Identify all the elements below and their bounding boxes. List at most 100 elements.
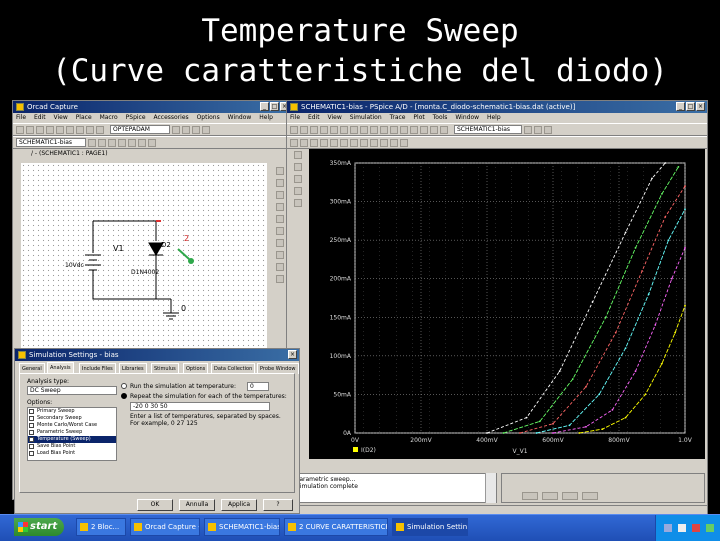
zoom-out-icon[interactable] [390,125,398,134]
select-icon[interactable] [276,167,284,175]
add-trace-icon[interactable] [290,138,298,147]
option-temperature-sweep[interactable]: Temperature (Sweep) [28,436,116,443]
taskbar-item[interactable]: 2 CURVE CARATTERISTICHE... [284,518,388,536]
cursor-slope-icon[interactable] [330,138,338,147]
bias-i-icon[interactable] [148,138,156,147]
menu-item[interactable]: Accessories [153,114,188,121]
menu-item[interactable]: Tools [433,114,448,121]
place-wire-icon[interactable] [276,191,284,199]
undo-icon[interactable] [360,125,368,134]
maximize-button[interactable]: □ [270,102,279,111]
view-output-file-icon[interactable] [294,199,302,207]
watch-tab-icon[interactable] [582,492,598,500]
new-icon[interactable] [290,125,298,134]
antivirus-icon[interactable] [692,524,700,532]
watch-tab-icon[interactable] [562,492,578,500]
profile-combo[interactable]: SCHEMATIC1-bias [16,138,86,147]
watch-tab-icon[interactable] [522,492,538,500]
zoom-all-icon[interactable] [202,125,210,134]
copy-icon[interactable] [66,125,74,134]
option-checkbox[interactable] [29,437,34,442]
maximize-button[interactable]: □ [686,102,695,111]
watch-window-icon[interactable] [294,175,302,183]
option-parametric-sweep[interactable]: Parametric Sweep [28,429,116,436]
output-scrollbar[interactable] [485,473,496,503]
start-button[interactable]: start [14,518,64,536]
zoom-area-icon[interactable] [410,125,418,134]
watch-tab-icon[interactable] [542,492,558,500]
paste-icon[interactable] [350,125,358,134]
stop-icon[interactable] [544,125,552,134]
source-value-label[interactable]: 10Vdc [65,262,84,269]
option-primary-sweep[interactable]: Primary Sweep [28,408,116,415]
place-power-icon[interactable] [276,239,284,247]
radio-multi-temp[interactable] [121,393,127,399]
place-ground-icon[interactable] [276,251,284,259]
place-part-icon[interactable] [276,179,284,187]
menu-item[interactable]: Options [197,114,220,121]
apply-button[interactable]: Applica [221,499,257,511]
run-icon[interactable] [88,138,96,147]
pause-icon[interactable] [534,125,542,134]
diode-ref-label[interactable]: D2 [161,241,171,249]
option-monte-carlo[interactable]: Monte Carlo/Worst Case [28,422,116,429]
zoom-previous-icon[interactable] [420,125,428,134]
plot-settings-icon[interactable] [390,138,398,147]
option-save-bias[interactable]: Save Bias Point [28,443,116,450]
clock-icon[interactable] [706,524,714,532]
page-tab[interactable]: / - (SCHEMATIC1 : PAGE1) [31,150,108,157]
menu-item[interactable]: PSpice [126,114,146,121]
option-checkbox[interactable] [29,444,34,449]
cut-icon[interactable] [330,125,338,134]
analysis-type-select[interactable]: DC Sweep [27,386,117,395]
menu-item[interactable]: Window [455,114,479,121]
current-marker-icon[interactable] [177,248,190,260]
power-marker-icon[interactable] [128,138,136,147]
view-results-icon[interactable] [98,138,106,147]
menu-item[interactable]: Edit [308,114,320,121]
place-bus-icon[interactable] [276,215,284,223]
capture-titlebar[interactable]: Orcad Capture _ □ × [13,101,291,113]
current-marker-icon[interactable] [118,138,126,147]
menu-item[interactable]: Help [487,114,501,121]
menu-item[interactable]: File [16,114,26,121]
close-button[interactable]: × [288,350,297,359]
single-temp-input[interactable]: 0 [247,382,269,391]
cursor-peak-icon[interactable] [310,138,318,147]
simulation-queue-icon[interactable] [294,187,302,195]
radio-single-temp[interactable] [121,383,127,389]
taskbar-item[interactable]: SCHEMATIC1-bias... [204,518,280,536]
undo-icon[interactable] [86,125,94,134]
menu-item[interactable]: Help [259,114,273,121]
wire[interactable] [92,275,171,300]
close-button[interactable]: × [696,102,705,111]
minimize-button[interactable]: _ [260,102,269,111]
voltage-marker-icon[interactable] [108,138,116,147]
option-checkbox[interactable] [29,409,34,414]
menu-item[interactable]: Plot [413,114,424,121]
copy-icon[interactable] [340,125,348,134]
text-label-icon[interactable] [380,138,388,147]
cursor-point-icon[interactable] [360,138,368,147]
option-load-bias[interactable]: Load Bias Point [28,450,116,457]
place-net-alias-icon[interactable] [276,203,284,211]
place-off-page-icon[interactable] [276,263,284,271]
menu-item[interactable]: Simulation [350,114,382,121]
new-icon[interactable] [16,125,24,134]
legend-trace-label[interactable]: I(D2) [361,447,376,454]
sim-profile-combo[interactable]: SCHEMATIC1-bias [454,125,522,134]
ok-button[interactable]: OK [137,499,173,511]
cursor-min-icon[interactable] [340,138,348,147]
volume-icon[interactable] [678,524,686,532]
place-text-icon[interactable] [276,275,284,283]
network-icon[interactable] [664,524,672,532]
paste-icon[interactable] [76,125,84,134]
print-icon[interactable] [46,125,54,134]
series-line-0[interactable] [579,305,686,434]
zoom-fit-icon[interactable] [400,125,408,134]
zoom-area-icon[interactable] [192,125,200,134]
cursor-trough-icon[interactable] [320,138,328,147]
series-line-5[interactable] [486,162,666,434]
fourier-icon[interactable] [440,125,448,134]
pspice-titlebar[interactable]: SCHEMATIC1-bias - PSpice A/D - [monta.C_… [287,101,707,113]
